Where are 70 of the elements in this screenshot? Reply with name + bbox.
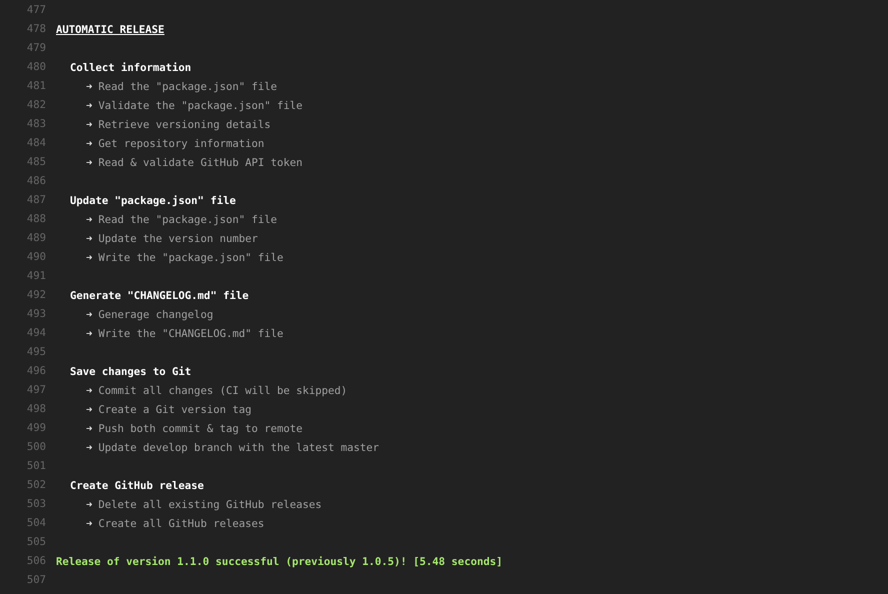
line-number: 489 <box>26 231 46 246</box>
line-number: 485 <box>26 155 46 170</box>
step-text: Retrieve versioning details <box>98 118 271 132</box>
arrow-icon: ➜ <box>86 498 92 512</box>
step-text: Create all GitHub releases <box>98 516 264 530</box>
section-title: AUTOMATIC RELEASE <box>56 22 164 36</box>
arrow-icon: ➜ <box>86 118 92 132</box>
line-number: 488 <box>26 212 46 227</box>
step-text: Update the version number <box>98 232 258 246</box>
arrow-icon: ➜ <box>86 422 92 436</box>
line-number: 493 <box>26 307 46 322</box>
step-text: Get repository information <box>98 136 264 150</box>
line-number: 503 <box>26 497 46 512</box>
step-text: Generage changelog <box>98 308 214 322</box>
line-number: 478 <box>26 22 46 37</box>
line-number: 490 <box>26 250 46 265</box>
line-number: 502 <box>26 478 46 493</box>
arrow-icon: ➜ <box>86 156 92 170</box>
step-text: Push both commit & tag to remote <box>98 422 302 436</box>
line-number: 491 <box>26 269 46 284</box>
line-number: 483 <box>26 117 46 132</box>
line-number: 487 <box>26 193 46 208</box>
step-text: Create a Git version tag <box>98 402 252 416</box>
success-message: Release of version 1.1.0 successful (previously 1.0.5)! [5.48 seconds] <box>56 554 502 568</box>
line-number: 499 <box>26 421 46 436</box>
arrow-icon: ➜ <box>86 440 92 454</box>
step-text: Read the "package.json" file <box>98 80 277 94</box>
line-number: 498 <box>26 402 46 417</box>
step-text: Update develop branch with the latest master <box>98 440 380 454</box>
step-heading: Create GitHub release <box>70 478 204 492</box>
step-text: Commit all changes (CI will be skipped) <box>98 384 348 398</box>
line-number: 496 <box>26 364 46 379</box>
arrow-icon: ➜ <box>86 326 92 340</box>
line-number: 480 <box>26 60 46 75</box>
step-text: Delete all existing GitHub releases <box>98 498 322 512</box>
arrow-icon: ➜ <box>86 136 92 150</box>
step-heading: Save changes to Git <box>70 364 192 378</box>
arrow-icon: ➜ <box>86 98 92 112</box>
arrow-icon: ➜ <box>86 80 92 94</box>
line-number: 482 <box>26 98 46 113</box>
line-number: 505 <box>26 535 46 550</box>
line-number: 495 <box>26 345 46 360</box>
step-text: Write the "package.json" file <box>98 250 284 264</box>
step-text: Read & validate GitHub API token <box>98 156 302 170</box>
arrow-icon: ➜ <box>86 232 92 246</box>
line-number: 486 <box>26 174 46 189</box>
line-number: 481 <box>26 79 46 94</box>
arrow-icon: ➜ <box>86 212 92 226</box>
line-number: 504 <box>26 516 46 531</box>
line-number: 497 <box>26 383 46 398</box>
step-heading: Generate "CHANGELOG.md" file <box>70 288 249 302</box>
step-text: Validate the "package.json" file <box>98 98 302 112</box>
arrow-icon: ➜ <box>86 384 92 398</box>
step-heading: Collect information <box>70 60 192 74</box>
line-number: 494 <box>26 326 46 341</box>
step-text: Read the "package.json" file <box>98 212 277 226</box>
line-number: 477 <box>26 3 46 18</box>
line-number: 492 <box>26 288 46 303</box>
step-heading: Update "package.json" file <box>70 194 236 208</box>
line-number: 507 <box>26 573 46 588</box>
arrow-icon: ➜ <box>86 308 92 322</box>
line-number: 501 <box>26 459 46 474</box>
arrow-icon: ➜ <box>86 250 92 264</box>
line-number: 479 <box>26 41 46 56</box>
line-number: 484 <box>26 136 46 151</box>
line-number: 500 <box>26 440 46 455</box>
step-text: Write the "CHANGELOG.md" file <box>98 326 284 340</box>
arrow-icon: ➜ <box>86 402 92 416</box>
line-number: 506 <box>26 554 46 569</box>
arrow-icon: ➜ <box>86 516 92 530</box>
